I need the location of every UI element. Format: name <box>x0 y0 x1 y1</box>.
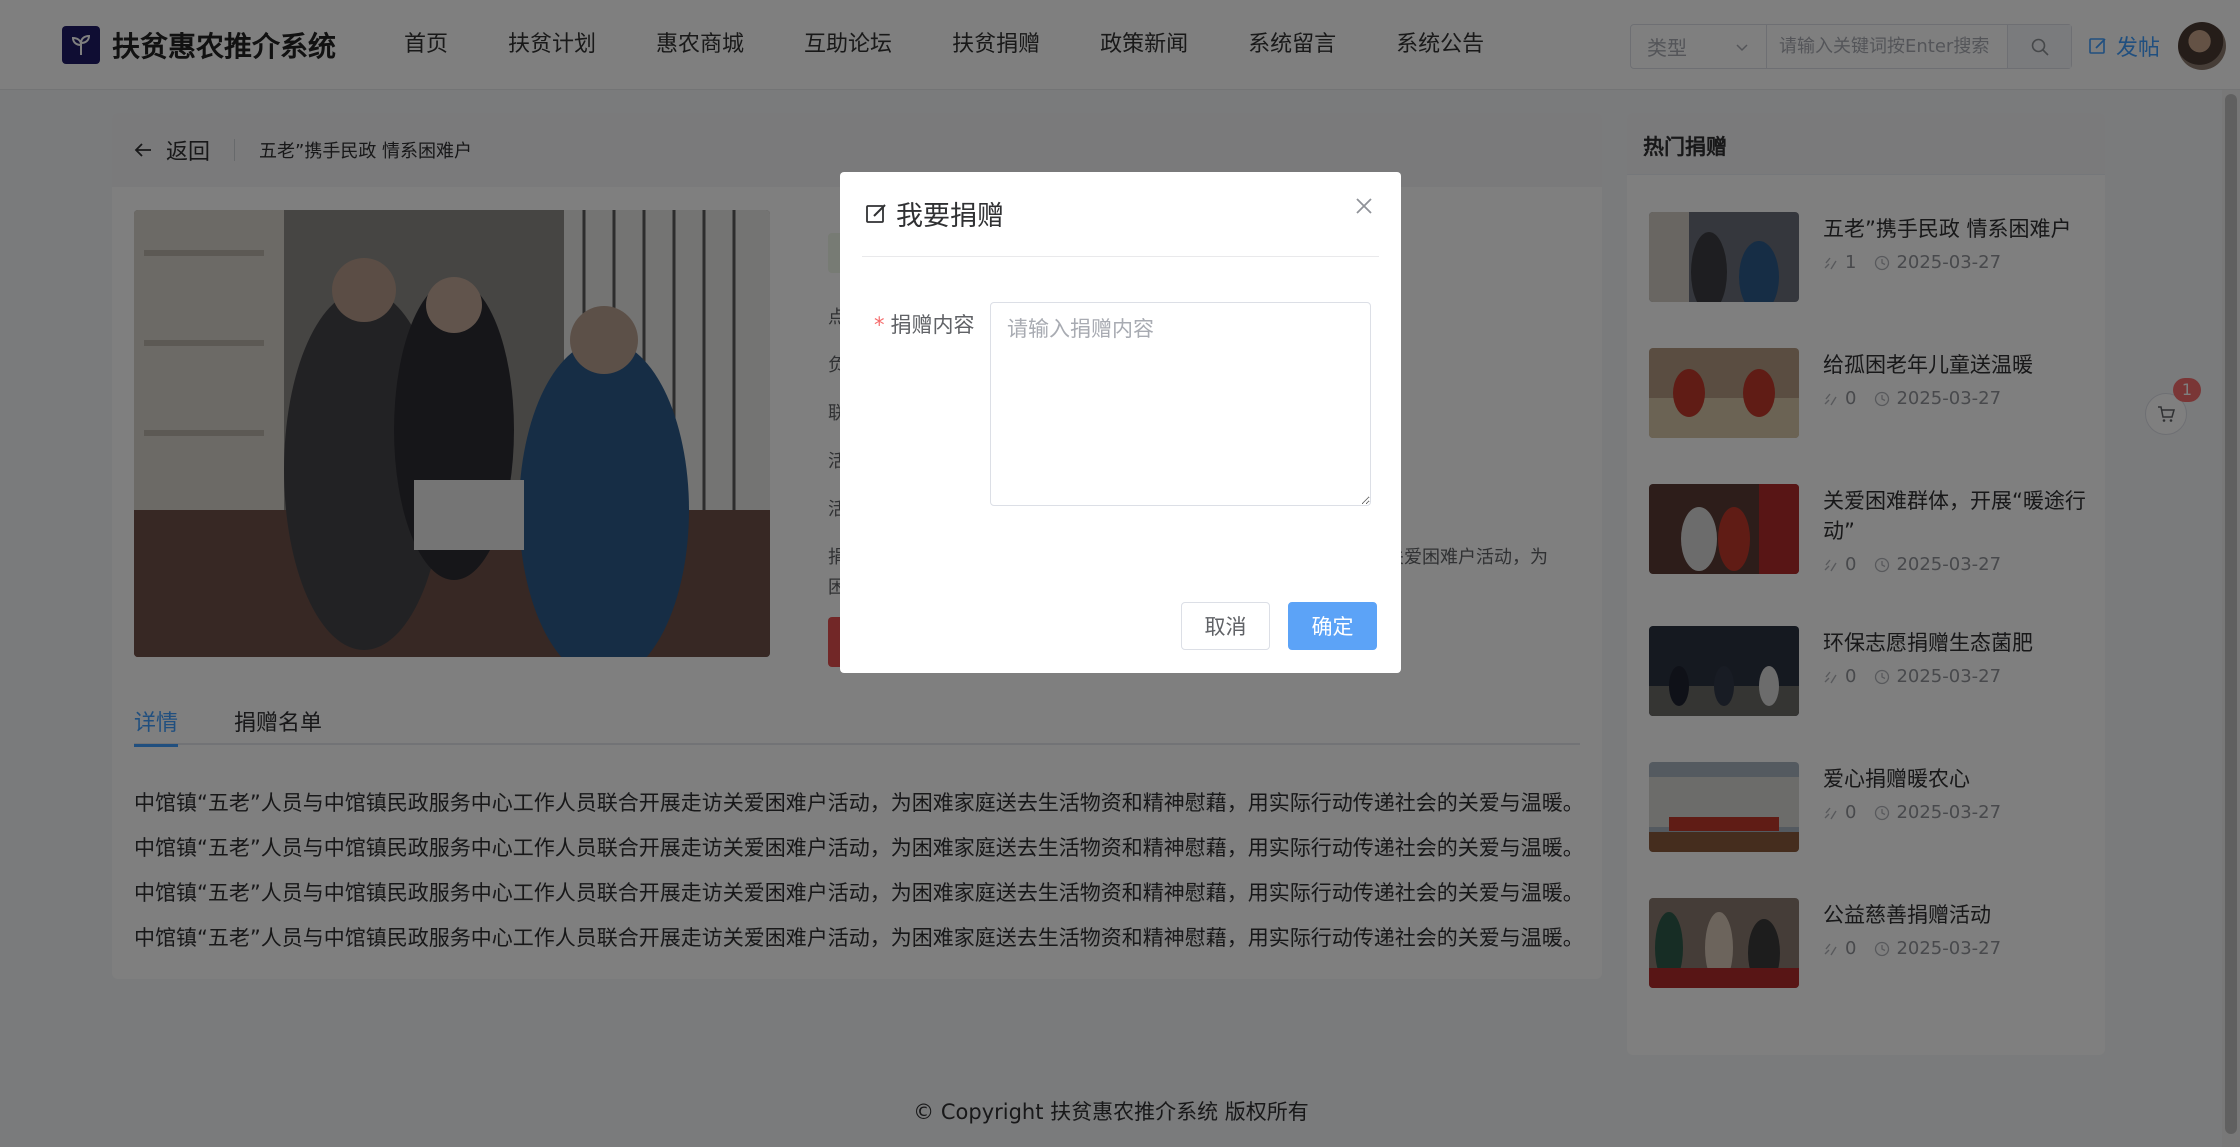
confirm-button[interactable]: 确定 <box>1288 602 1377 650</box>
donation-content-label-text: 捐赠内容 <box>890 313 975 337</box>
dialog-title: 我要捐赠 <box>896 201 1004 232</box>
close-icon <box>1356 198 1372 214</box>
required-mark: * <box>874 313 885 337</box>
close-button[interactable] <box>1352 194 1376 218</box>
donation-content-input[interactable] <box>990 302 1371 506</box>
donation-dialog: 我要捐赠 *捐赠内容 取消 确定 <box>840 172 1401 673</box>
dialog-header: 我要捐赠 <box>864 194 1004 233</box>
donation-content-label: * 捐赠内容 <box>874 309 975 339</box>
edit-icon <box>866 203 886 223</box>
dialog-divider <box>862 256 1379 257</box>
cancel-button[interactable]: 取消 <box>1181 602 1270 650</box>
